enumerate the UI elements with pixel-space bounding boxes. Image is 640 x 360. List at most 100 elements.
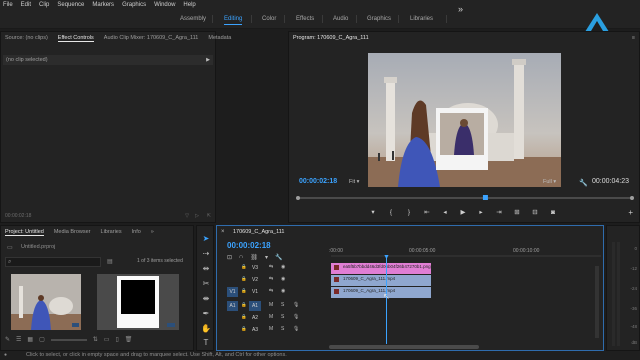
tab-media-browser[interactable]: Media Browser xyxy=(54,229,91,235)
eye-icon[interactable]: ◉ xyxy=(281,264,285,270)
panel-menu-icon[interactable]: ≡ xyxy=(632,35,635,41)
timeline-vertical-scrollbar[interactable] xyxy=(595,266,599,338)
track-target-v2[interactable]: V2 xyxy=(249,275,261,285)
mute-icon[interactable]: M xyxy=(269,326,273,332)
sync-lock-icon[interactable]: ⇆ xyxy=(269,288,273,294)
mute-icon[interactable]: M xyxy=(269,314,273,320)
play-icon[interactable]: ▶ xyxy=(459,208,467,216)
ripple-edit-tool-icon[interactable]: ⇹ xyxy=(201,264,211,273)
track-target-v3[interactable]: V3 xyxy=(249,263,261,273)
timeline-clip-v3[interactable]: ea5f5b7bbdd46d3fd06b04f26b47270b1.png xyxy=(331,263,431,274)
play-only-icon[interactable]: ▷ xyxy=(195,213,199,219)
menu-window[interactable]: Window xyxy=(154,2,175,8)
timeline-clip-v2[interactable]: 170609_C_Agra_111.mp4 xyxy=(331,275,431,286)
source-patch-v1[interactable]: V1 xyxy=(227,287,238,297)
clip-selector-dropdown[interactable]: (no clip selected) ▶ xyxy=(3,55,213,65)
menu-clip[interactable]: Clip xyxy=(39,2,49,8)
freeform-view-icon[interactable]: ▢ xyxy=(39,336,45,343)
menu-graphics[interactable]: Graphics xyxy=(122,2,146,8)
sequence-tab[interactable]: 170609_C_Agra_111 xyxy=(233,229,284,235)
go-to-in-icon[interactable]: ⇤ xyxy=(423,208,431,216)
slip-tool-icon[interactable]: ⇼ xyxy=(201,294,211,303)
nest-icon[interactable]: ⊡ xyxy=(227,254,232,261)
sync-lock-icon[interactable]: ⇆ xyxy=(269,264,273,270)
timeline-clip-v1[interactable]: 170609_C_Agra_111.mp4 xyxy=(331,287,431,298)
new-item-icon[interactable]: ▯ xyxy=(115,336,118,343)
lock-icon[interactable]: 🔒 xyxy=(241,314,247,320)
pen-tool-icon[interactable]: ✒ xyxy=(201,309,211,318)
timeline-horizontal-scrollbar[interactable] xyxy=(329,345,479,349)
timeline-timecode[interactable]: 00:00:02:18 xyxy=(227,241,271,250)
close-icon[interactable]: × xyxy=(221,229,225,235)
tab-source[interactable]: Source: (no clips) xyxy=(5,35,48,41)
tab-effect-controls[interactable]: Effect Controls xyxy=(57,35,94,42)
new-bin-icon[interactable]: ▤ xyxy=(107,258,113,265)
workspace-assembly[interactable]: Assembly xyxy=(180,16,206,22)
mark-in-icon[interactable]: { xyxy=(387,209,395,216)
tab-program[interactable]: Program: 170609_C_Agra_111 xyxy=(293,35,369,41)
solo-icon[interactable]: S xyxy=(281,314,284,320)
program-current-timecode[interactable]: 00:00:02:18 xyxy=(299,178,337,185)
mark-out-icon[interactable]: } xyxy=(405,209,413,216)
thumbnail-size-slider[interactable] xyxy=(50,339,87,341)
linked-selection-icon[interactable]: ⛓ xyxy=(250,254,258,261)
lock-icon[interactable]: 🔒 xyxy=(241,276,247,282)
add-marker-icon[interactable]: ▾ xyxy=(265,254,268,261)
workspace-effects[interactable]: Effects xyxy=(296,16,314,22)
workspace-audio[interactable]: Audio xyxy=(333,16,348,22)
source-patch-a1[interactable]: A1 xyxy=(227,301,238,311)
tab-project[interactable]: Project: Untitled xyxy=(5,229,44,236)
razor-tool-icon[interactable]: ✂ xyxy=(201,279,211,288)
menu-sequence[interactable]: Sequence xyxy=(57,2,84,8)
program-scrub-bar[interactable] xyxy=(295,195,635,201)
workspace-libraries[interactable]: Libraries xyxy=(410,16,433,22)
selection-tool-icon[interactable]: ➤ xyxy=(201,234,211,243)
track-target-a1[interactable]: A1 xyxy=(249,301,261,311)
mic-icon[interactable]: 🎙 xyxy=(293,302,299,308)
workspace-color[interactable]: Color xyxy=(262,16,276,22)
pencil-icon[interactable]: ✎ xyxy=(5,336,10,343)
go-to-out-icon[interactable]: ⇥ xyxy=(495,208,503,216)
project-item-video-thumbnail[interactable] xyxy=(11,274,81,330)
step-forward-icon[interactable]: ▸ xyxy=(477,208,485,216)
workspace-graphics[interactable]: Graphics xyxy=(367,16,391,22)
resolution-dropdown[interactable]: Full ▾ xyxy=(543,179,556,185)
step-back-icon[interactable]: ◂ xyxy=(441,208,449,216)
mic-icon[interactable]: 🎙 xyxy=(293,326,299,332)
lock-icon[interactable]: 🔒 xyxy=(241,264,247,270)
mute-icon[interactable]: M xyxy=(269,302,273,308)
solo-icon[interactable]: S xyxy=(281,302,284,308)
plus-icon[interactable]: + xyxy=(628,208,633,217)
eye-icon[interactable]: ◉ xyxy=(281,288,285,294)
menu-edit[interactable]: Edit xyxy=(21,2,31,8)
wrench-icon[interactable]: 🔧 xyxy=(275,254,282,261)
list-view-icon[interactable]: ☰ xyxy=(16,336,21,343)
lift-icon[interactable]: ⊞ xyxy=(513,208,521,216)
mic-icon[interactable]: 🎙 xyxy=(293,314,299,320)
wrench-icon[interactable]: 🔧 xyxy=(579,179,588,187)
trash-icon[interactable]: 🗑 xyxy=(125,336,133,343)
chevron-double-right-icon[interactable]: » xyxy=(458,4,463,14)
playhead-handle[interactable] xyxy=(482,195,488,200)
filter-icon[interactable]: ▽ xyxy=(185,213,189,219)
sync-lock-icon[interactable]: ⇆ xyxy=(269,276,273,282)
lock-icon[interactable]: 🔒 xyxy=(241,302,247,308)
sort-icon[interactable]: ⇅ xyxy=(93,336,98,343)
export-icon[interactable]: ⇱ xyxy=(207,213,211,219)
marker-icon[interactable]: ▾ xyxy=(369,208,377,216)
project-search-input[interactable]: ⌕ xyxy=(5,257,101,267)
menu-file[interactable]: File xyxy=(3,2,13,8)
menu-markers[interactable]: Markers xyxy=(92,2,114,8)
lock-icon[interactable]: 🔒 xyxy=(241,326,247,332)
eye-icon[interactable]: ◉ xyxy=(281,276,285,282)
track-select-tool-icon[interactable]: ⇢ xyxy=(201,249,211,258)
tab-overflow[interactable]: » xyxy=(151,229,154,235)
timeline-ruler[interactable] xyxy=(331,242,601,258)
project-item-image-thumbnail[interactable] xyxy=(97,274,179,330)
type-tool-icon[interactable]: T xyxy=(201,338,211,347)
track-target-a2[interactable]: A2 xyxy=(249,313,261,323)
solo-icon[interactable]: S xyxy=(281,326,284,332)
hand-tool-icon[interactable]: ✋ xyxy=(201,324,211,333)
camera-icon[interactable]: ◙ xyxy=(549,209,557,216)
folder-icon[interactable]: ▭ xyxy=(104,336,110,343)
